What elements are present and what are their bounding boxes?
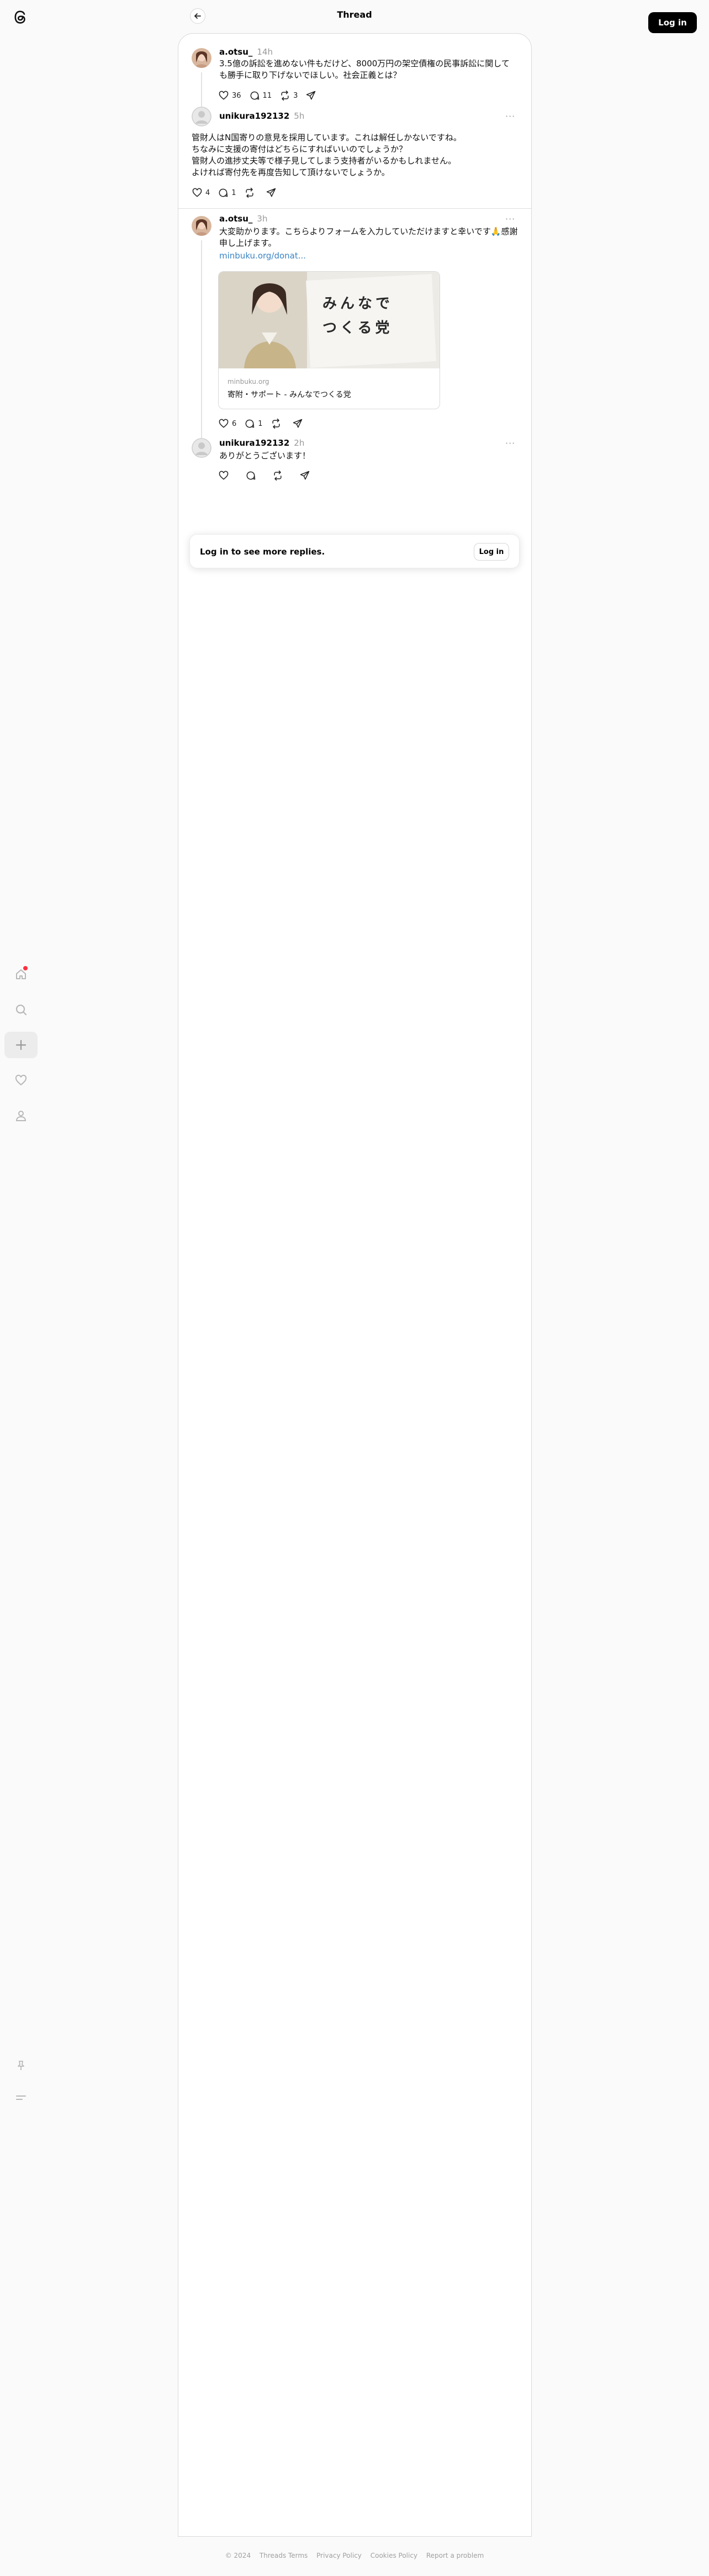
reply-count: 1 bbox=[258, 419, 263, 428]
like-count: 4 bbox=[205, 188, 210, 197]
avatar[interactable] bbox=[192, 438, 211, 458]
post-username[interactable]: unikura192132 5h bbox=[219, 111, 304, 121]
avatar[interactable] bbox=[192, 48, 211, 68]
sidebar-item-menu[interactable] bbox=[4, 2084, 38, 2111]
create-plus-icon bbox=[15, 1039, 27, 1051]
post-text: 3.5億の訴訟を進めない件もだけど、8000万円の架空債権の民事訴訟に関しても勝… bbox=[219, 59, 510, 80]
repost-icon bbox=[272, 470, 286, 481]
link-preview-domain: minbuku.org bbox=[227, 378, 269, 386]
send-icon bbox=[266, 187, 279, 198]
link-preview-logo-line: みんなで bbox=[322, 295, 394, 312]
like-button[interactable] bbox=[218, 470, 232, 481]
avatar[interactable] bbox=[192, 216, 211, 236]
search-icon bbox=[14, 1003, 28, 1016]
reply-button[interactable]: 11 bbox=[249, 90, 272, 101]
sidebar-item-activity[interactable] bbox=[4, 1067, 38, 1094]
post-username[interactable]: a.otsu_ 14h bbox=[219, 47, 273, 57]
comment-icon bbox=[218, 187, 231, 198]
share-button[interactable] bbox=[299, 470, 313, 481]
post-text: ありがとうございます！ bbox=[219, 451, 311, 461]
link-preview-image: みんなで つくる党 bbox=[219, 272, 440, 368]
link-preview-title: 寄附・サポート - みんなでつくる党 bbox=[227, 390, 351, 399]
more-options-button[interactable]: ··· bbox=[505, 214, 515, 224]
heart-icon bbox=[218, 90, 232, 101]
post-time: 14h bbox=[257, 47, 273, 57]
repost-button[interactable] bbox=[271, 418, 284, 429]
send-icon bbox=[305, 90, 319, 101]
like-count: 6 bbox=[232, 419, 237, 428]
send-icon bbox=[299, 470, 313, 481]
heart-icon bbox=[218, 470, 232, 481]
heart-icon bbox=[14, 1074, 28, 1087]
repost-count: 3 bbox=[293, 91, 298, 100]
thread-card: a.otsu_ 14h 3.5億の訴訟を進めない件もだけど、8000万円の架空債権… bbox=[178, 33, 532, 2537]
post-time: 5h bbox=[294, 111, 305, 121]
footer-terms-link[interactable]: Threads Terms bbox=[260, 2552, 308, 2559]
post-actions: 6 1 bbox=[218, 418, 314, 429]
heart-icon bbox=[192, 187, 205, 198]
divider bbox=[178, 208, 531, 209]
repost-button[interactable]: 3 bbox=[279, 90, 298, 101]
like-count: 36 bbox=[232, 91, 241, 100]
profile-icon bbox=[14, 1109, 28, 1122]
page-title: Thread bbox=[337, 9, 372, 20]
send-icon bbox=[292, 418, 306, 429]
footer-copyright: © 2024 bbox=[225, 2552, 251, 2559]
post-time: 3h bbox=[257, 214, 268, 224]
comment-icon bbox=[249, 90, 263, 101]
avatar[interactable] bbox=[192, 107, 211, 126]
comment-icon bbox=[244, 418, 258, 429]
share-button[interactable] bbox=[305, 90, 319, 101]
repost-button[interactable] bbox=[272, 470, 286, 481]
sidebar-item-pinned[interactable] bbox=[4, 2052, 38, 2079]
reply-count: 1 bbox=[231, 188, 236, 197]
post-link[interactable]: minbuku.org/donat... bbox=[219, 250, 306, 262]
notification-dot bbox=[23, 966, 28, 970]
footer-cookies-link[interactable]: Cookies Policy bbox=[371, 2552, 417, 2559]
like-button[interactable]: 6 bbox=[218, 418, 236, 429]
link-preview-logo-line: つくる党 bbox=[322, 320, 393, 336]
post-actions: 36 11 3 bbox=[218, 90, 327, 101]
repost-icon bbox=[271, 418, 284, 429]
repost-icon bbox=[244, 187, 258, 198]
post-text: 大変助かります。こちらよりフォームを入力していただけますと幸いです🙏感謝申し上げ… bbox=[219, 226, 518, 248]
like-button[interactable]: 4 bbox=[192, 187, 210, 198]
login-prompt-text: Log in to see more replies. bbox=[200, 547, 325, 557]
login-button[interactable]: Log in bbox=[648, 12, 697, 33]
post-time: 2h bbox=[294, 438, 305, 448]
sidebar-item-create[interactable] bbox=[4, 1032, 38, 1058]
login-prompt: Log in to see more replies. Log in bbox=[189, 534, 520, 568]
post-username[interactable]: a.otsu_ 3h bbox=[219, 214, 267, 224]
menu-icon bbox=[14, 2091, 28, 2104]
post-username[interactable]: unikura192132 2h bbox=[219, 438, 304, 448]
footer: © 2024 Threads Terms Privacy Policy Cook… bbox=[0, 2552, 709, 2559]
like-button[interactable]: 36 bbox=[218, 90, 241, 101]
share-button[interactable] bbox=[266, 187, 279, 198]
repost-icon bbox=[279, 90, 293, 101]
more-options-button[interactable]: ··· bbox=[505, 111, 515, 122]
footer-privacy-link[interactable]: Privacy Policy bbox=[316, 2552, 362, 2559]
sidebar-item-home[interactable] bbox=[4, 961, 38, 988]
share-button[interactable] bbox=[292, 418, 306, 429]
reply-count: 11 bbox=[262, 91, 272, 100]
footer-report-link[interactable]: Report a problem bbox=[426, 2552, 484, 2559]
sidebar-item-search[interactable] bbox=[4, 996, 38, 1023]
post-actions bbox=[218, 470, 321, 481]
link-preview-card[interactable]: みんなで つくる党 minbuku.org 寄附・サポート - みんなでつくる党 bbox=[218, 271, 440, 409]
pin-icon bbox=[15, 2060, 27, 2072]
login-prompt-button[interactable]: Log in bbox=[474, 543, 509, 561]
thread-line bbox=[201, 240, 202, 438]
reply-button[interactable] bbox=[245, 470, 259, 481]
post-actions: 4 1 bbox=[192, 187, 287, 198]
heart-icon bbox=[218, 418, 232, 429]
repost-button[interactable] bbox=[244, 187, 258, 198]
post-text: 管財人はN国寄りの意見を採用しています。これは解任しかないですね。 ちなみに支援… bbox=[192, 133, 462, 177]
sidebar-item-profile[interactable] bbox=[4, 1102, 38, 1129]
reply-button[interactable]: 1 bbox=[244, 418, 263, 429]
comment-icon bbox=[245, 470, 259, 481]
reply-button[interactable]: 1 bbox=[218, 187, 236, 198]
more-options-button[interactable]: ··· bbox=[505, 438, 515, 448]
